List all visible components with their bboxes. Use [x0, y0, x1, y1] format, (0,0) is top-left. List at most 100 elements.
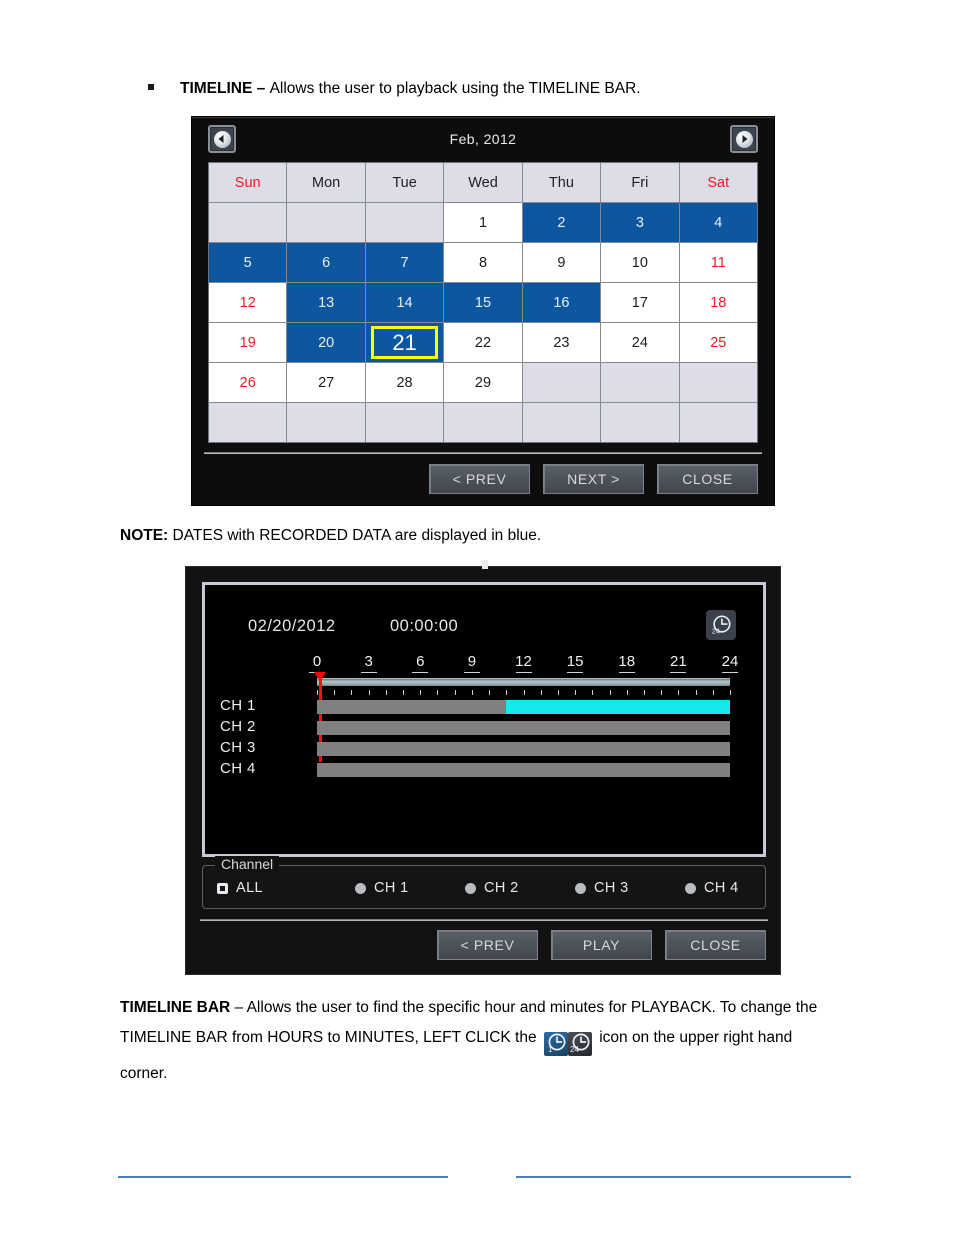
calendar-cell-empty: [601, 363, 679, 402]
tick-mark: [454, 690, 456, 695]
channel-label: CH 2: [220, 718, 256, 735]
calendar-day-cell[interactable]: 25: [679, 323, 757, 362]
channel-option-label: CH 2: [484, 880, 519, 896]
calendar-day-cell[interactable]: 3: [601, 203, 679, 242]
channel-option-label: CH 1: [374, 880, 409, 896]
calendar-day-cell[interactable]: 23: [522, 323, 601, 362]
calendar-day-cell[interactable]: 20: [287, 323, 365, 362]
calendar-day-cell[interactable]: 27: [287, 363, 365, 402]
clock-24-icon-button[interactable]: 24: [706, 610, 736, 640]
tick-mark: [368, 690, 370, 695]
ruler-label: 3: [364, 653, 373, 670]
calendar-cell-empty: [522, 363, 601, 402]
channel-timeline-bar[interactable]: [317, 700, 730, 714]
calendar-day-cell[interactable]: 26: [209, 363, 287, 402]
tick-mark: [557, 690, 559, 695]
timeline-prev-button[interactable]: < PREV: [437, 930, 538, 960]
weekday-header: Sat: [679, 163, 757, 202]
calendar-day-cell[interactable]: 28: [365, 363, 444, 402]
tick-mark: [626, 690, 628, 695]
timeline-play-button[interactable]: PLAY: [551, 930, 652, 960]
calendar-day-cell[interactable]: 16: [522, 283, 601, 322]
tick-mark: [609, 690, 611, 695]
calendar-day-cell[interactable]: 6: [287, 243, 365, 282]
calendar-day-cell[interactable]: 17: [601, 283, 679, 322]
calendar-day-cell[interactable]: 11: [679, 243, 757, 282]
calendar-cell-empty: [287, 403, 365, 442]
calendar-day-cell[interactable]: 1: [444, 203, 522, 242]
channel-row: CH 1: [220, 697, 745, 716]
calendar-day-cell[interactable]: 24: [601, 323, 679, 362]
calendar-day-cell[interactable]: 13: [287, 283, 365, 322]
clock-24-icon: 24: [567, 1031, 592, 1056]
calendar-day-cell[interactable]: 22: [444, 323, 522, 362]
document-page: TIMELINE – Allows the user to playback u…: [0, 0, 954, 1235]
channel-label: CH 4: [220, 760, 256, 777]
channel-timeline-bar[interactable]: [317, 742, 730, 756]
channel-option-ch-4[interactable]: CH 4: [685, 880, 739, 896]
tick-mark: [523, 690, 525, 695]
clock-24-icon: 24: [712, 615, 731, 635]
channel-group-label: Channel: [215, 856, 280, 872]
channel-row: CH 4: [220, 760, 745, 779]
calendar-cell-empty: [601, 403, 679, 442]
calendar-cell-empty: [365, 203, 444, 242]
timeline-button-row: < PREV PLAY CLOSE: [437, 930, 766, 960]
ruler-label: 24: [721, 653, 739, 670]
ruler-label-underline: [567, 672, 584, 673]
calendar-day-cell[interactable]: 4: [679, 203, 757, 242]
channel-option-ch-3[interactable]: CH 3: [575, 880, 629, 896]
channel-timeline-bar[interactable]: [317, 721, 730, 735]
tick-mark: [334, 690, 336, 695]
tick-mark: [712, 690, 714, 695]
calendar-day-cell[interactable]: 18: [679, 283, 757, 322]
timeline-display: 02/20/2012 00:00:00 24 0 3 6 9 12 15 18 21 24 CH…: [202, 582, 766, 857]
weekday-header: Sun: [209, 163, 287, 202]
channel-row: CH 3: [220, 739, 745, 758]
next-month-button[interactable]: [730, 125, 758, 153]
calendar-day-cell[interactable]: 12: [209, 283, 287, 322]
channel-option-all[interactable]: ALL: [217, 880, 263, 896]
calendar-cell-empty: [444, 403, 522, 442]
tick-mark: [695, 690, 697, 695]
tick-mark: [420, 690, 422, 695]
bullet-text: Allows the user to playback using the TI…: [269, 80, 641, 97]
ruler-label: 6: [416, 653, 425, 670]
calendar-grid: Sun Mon Tue Wed Thu Fri Sat 1 2 3 4 5 6 7 8 9 10 11 12 13 14…: [208, 162, 758, 443]
calendar-day-cell[interactable]: 7: [365, 243, 444, 282]
calendar-next-button[interactable]: NEXT >: [543, 464, 644, 494]
tick-mark: [317, 690, 318, 695]
calendar-day-cell[interactable]: 14: [365, 283, 444, 322]
calendar-day-cell[interactable]: 5: [209, 243, 287, 282]
channel-option-ch-1[interactable]: CH 1: [355, 880, 409, 896]
calendar-day-cell[interactable]: 19: [209, 323, 287, 362]
channel-timeline-bar[interactable]: [317, 763, 730, 777]
calendar-cell-empty: [209, 203, 287, 242]
paragraph-title: TIMELINE BAR: [120, 999, 231, 1016]
calendar-day-cell[interactable]: 29: [444, 363, 522, 402]
calendar-day-cell[interactable]: 8: [444, 243, 522, 282]
ruler-label-underline: [618, 672, 635, 673]
timeline-scrub-track[interactable]: [317, 678, 730, 686]
tick-mark: [489, 690, 491, 695]
calendar-cell-empty: [365, 403, 444, 442]
timeline-close-button[interactable]: CLOSE: [665, 930, 766, 960]
calendar-close-button[interactable]: CLOSE: [657, 464, 758, 494]
ruler-label-underline: [360, 672, 377, 673]
calendar-day-cell[interactable]: 15: [444, 283, 522, 322]
channel-rows: CH 1 CH 2 CH 3 CH 4: [220, 697, 745, 782]
calendar-prev-button[interactable]: < PREV: [429, 464, 530, 494]
calendar-day-cell[interactable]: 10: [601, 243, 679, 282]
channel-option-ch-2[interactable]: CH 2: [465, 880, 519, 896]
channel-label: CH 1: [220, 697, 256, 714]
tick-mark: [575, 690, 577, 695]
calendar-day-cell[interactable]: 2: [522, 203, 601, 242]
timeline-dialog: 02/20/2012 00:00:00 24 0 3 6 9 12 15 18 21 24 CH…: [185, 560, 781, 975]
tick-mark: [437, 690, 439, 695]
calendar-day-cell[interactable]: 9: [522, 243, 601, 282]
tick-mark: [661, 690, 663, 695]
calendar-day-cell[interactable]: 2121: [365, 323, 444, 362]
timeline-divider: [200, 919, 768, 921]
ruler-label: 21: [670, 653, 687, 670]
ruler-label: 9: [467, 653, 477, 670]
